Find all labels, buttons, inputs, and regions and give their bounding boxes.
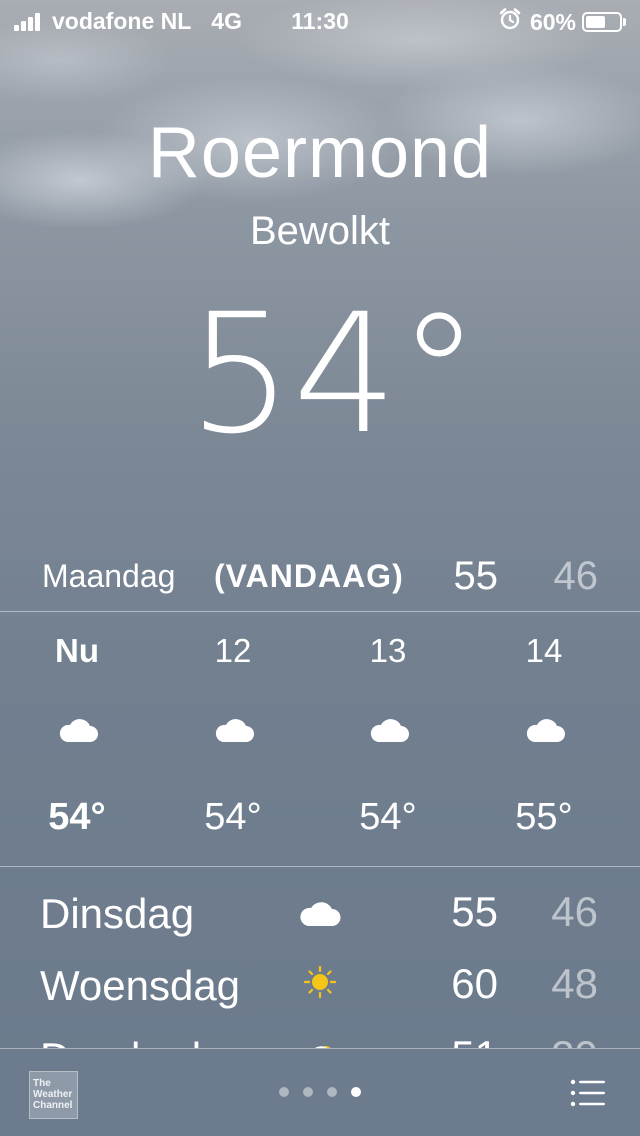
cloud-icon: [215, 719, 254, 742]
hour-label: 13: [369, 632, 407, 669]
day-low-temp: 39: [551, 1032, 598, 1048]
alarm-clock-icon: [498, 7, 522, 37]
today-summary-row: Maandag (VANDAAG) 55 46: [0, 550, 640, 600]
hour-temp: 55°: [515, 796, 573, 838]
cloud-icon: [526, 719, 565, 742]
battery-icon: [582, 12, 626, 32]
hour-temp: 54°: [359, 796, 417, 838]
day-name: Woensdag: [40, 962, 241, 1009]
sun-icon: [303, 966, 337, 998]
today-low-temp: 46: [553, 554, 599, 598]
today-high-temp: 55: [453, 554, 499, 598]
current-temperature: 54°: [187, 278, 481, 470]
daily-row: Dinsdag 55 46: [0, 868, 640, 940]
hourly-forecast[interactable]: Nu 54° 12 54° 13 54° 14 55°: [0, 612, 640, 866]
today-tag: (VANDAAG): [214, 558, 404, 594]
day-low-temp: 46: [551, 888, 598, 935]
weather-condition: Bewolkt: [249, 209, 391, 253]
city-list-icon[interactable]: [570, 1079, 606, 1107]
bottom-toolbar: The Weather Channel: [0, 1048, 640, 1136]
cloud-icon: [370, 719, 409, 742]
day-low-temp: 48: [551, 960, 598, 1007]
daily-forecast[interactable]: Dinsdag 55 46 Woensdag 60 48 Donderdag 5…: [0, 868, 640, 1048]
hour-temp: 54°: [204, 796, 262, 838]
day-high-temp: 51: [451, 1032, 498, 1048]
status-bar: vodafone NL 4G 11:30 60%: [0, 0, 640, 40]
hour-label: 12: [214, 632, 252, 669]
day-high-temp: 60: [451, 960, 498, 1007]
page-dot[interactable]: [279, 1087, 289, 1097]
daily-row: Woensdag 60 48: [0, 940, 640, 1012]
today-day-label: Maandag: [42, 558, 176, 594]
daily-row: Donderdag 51 39: [0, 1012, 640, 1048]
day-high-temp: 55: [451, 888, 498, 935]
page-indicator[interactable]: [0, 1087, 640, 1097]
cloud-icon: [300, 902, 341, 926]
page-dot-active[interactable]: [351, 1087, 361, 1097]
page-dot[interactable]: [303, 1087, 313, 1097]
city-name: Roermond: [147, 113, 493, 193]
day-name: Dinsdag: [40, 890, 195, 937]
hour-label: Nu: [55, 632, 99, 669]
day-name: Donderdag: [40, 1034, 248, 1048]
hour-temp: 54°: [48, 796, 106, 838]
hour-label: 14: [525, 632, 563, 669]
cloud-icon: [59, 719, 98, 742]
status-right: 60%: [498, 7, 626, 37]
page-dot[interactable]: [327, 1087, 337, 1097]
divider-middle: [0, 866, 640, 867]
battery-percentage: 60%: [529, 8, 576, 35]
